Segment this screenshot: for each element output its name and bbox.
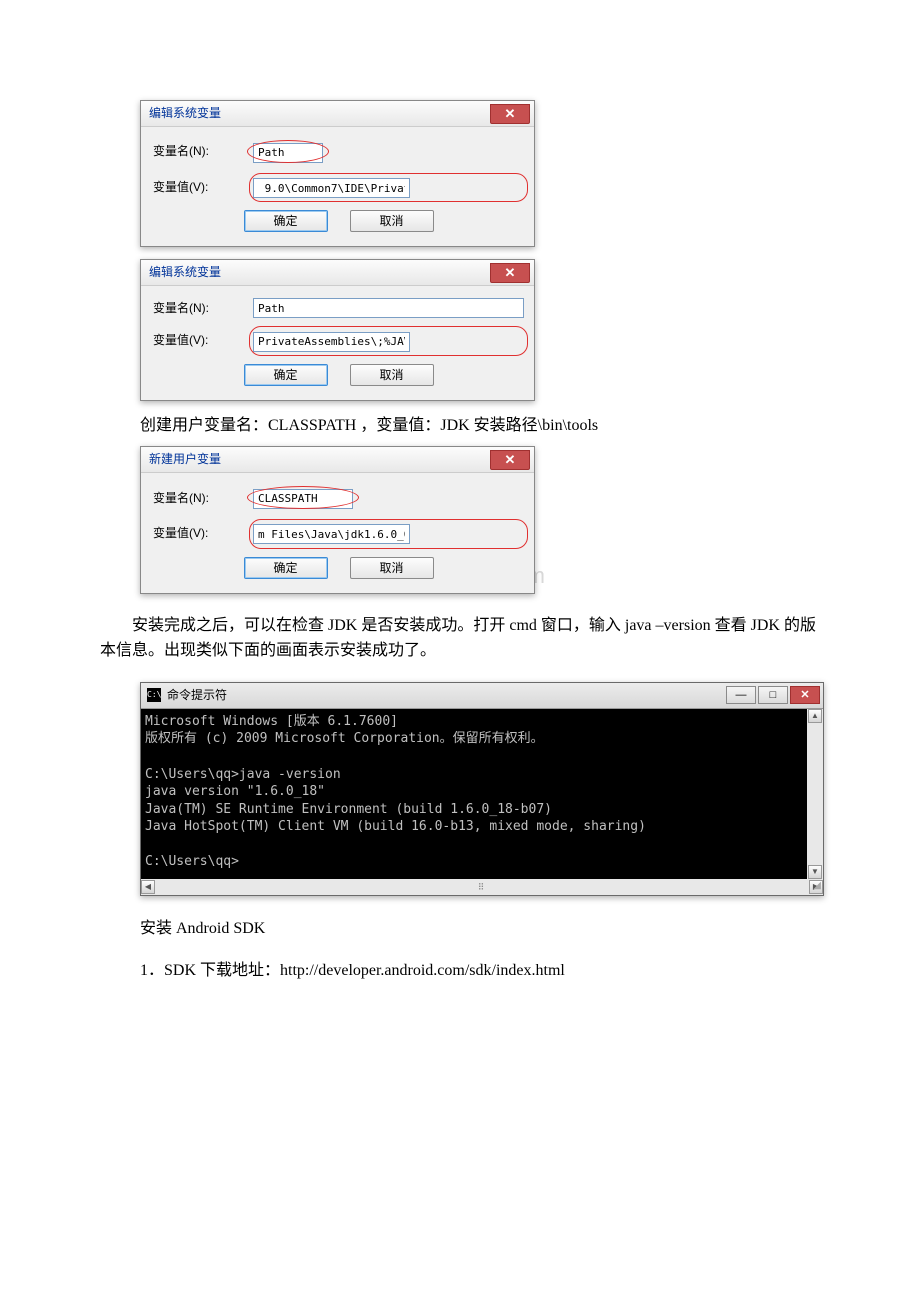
titlebar[interactable]: 编辑系统变量 ✕ <box>141 260 534 286</box>
vertical-scrollbar[interactable]: ▲ ▼ <box>807 709 823 879</box>
cmd-output: Microsoft Windows [版本 6.1.7600] 版权所有 (c)… <box>141 709 823 879</box>
var-value-input[interactable] <box>253 178 410 198</box>
close-icon[interactable]: ✕ <box>490 263 530 283</box>
paragraph-classpath: 创建用户变量名：CLASSPATH ，变量值：JDK 安装路径\bin\tool… <box>140 413 820 439</box>
var-name-input[interactable] <box>253 143 323 163</box>
cancel-button[interactable]: 取消 <box>350 210 434 232</box>
cmd-title: 命令提示符 <box>167 686 227 705</box>
var-name-label: 变量名(N): <box>153 142 253 161</box>
edit-sysvar-dialog-2: 编辑系统变量 ✕ 变量名(N): 变量值(V): 确定 取消 <box>140 259 535 401</box>
resize-grip-icon[interactable]: ◢ <box>813 878 821 894</box>
dialog-title: 新建用户变量 <box>149 450 221 469</box>
var-value-label: 变量值(V): <box>153 524 253 543</box>
var-name-input[interactable] <box>253 489 353 509</box>
cancel-button[interactable]: 取消 <box>350 557 434 579</box>
section-heading: 安装 Android SDK <box>140 916 820 942</box>
horizontal-scrollbar[interactable]: ◀ ⠿ ▶ <box>141 879 823 895</box>
scroll-left-icon[interactable]: ◀ <box>141 880 155 894</box>
paragraph-sdk-url: 1．SDK 下载地址：http://developer.android.com/… <box>140 958 820 984</box>
dialog-title: 编辑系统变量 <box>149 263 221 282</box>
minimize-icon[interactable]: — <box>726 686 756 704</box>
close-icon[interactable]: ✕ <box>490 104 530 124</box>
close-icon[interactable]: ✕ <box>790 686 820 704</box>
maximize-icon[interactable]: □ <box>758 686 788 704</box>
titlebar[interactable]: 新建用户变量 ✕ <box>141 447 534 473</box>
scroll-up-icon[interactable]: ▲ <box>808 709 822 723</box>
var-value-label: 变量值(V): <box>153 178 253 197</box>
cmd-window: C:\ 命令提示符 — □ ✕ Microsoft Windows [版本 6.… <box>140 682 824 896</box>
paragraph-check-jdk: 安装完成之后，可以在检查 JDK 是否安装成功。打开 cmd 窗口，输入 jav… <box>100 613 820 664</box>
var-name-label: 变量名(N): <box>153 489 253 508</box>
new-uservar-dialog: 新建用户变量 ✕ 变量名(N): 变量值(V): 确定 取消 <box>140 446 535 593</box>
edit-sysvar-dialog-1: 编辑系统变量 ✕ 变量名(N): 变量值(V): 确定 取消 <box>140 100 535 247</box>
scroll-down-icon[interactable]: ▼ <box>808 865 822 879</box>
dialog-title: 编辑系统变量 <box>149 104 221 123</box>
var-value-label: 变量值(V): <box>153 331 253 350</box>
var-name-input[interactable] <box>253 298 524 318</box>
ok-button[interactable]: 确定 <box>244 210 328 232</box>
var-value-input[interactable] <box>253 332 410 352</box>
cancel-button[interactable]: 取消 <box>350 364 434 386</box>
scroll-thumb[interactable]: ⠿ <box>478 880 487 894</box>
titlebar[interactable]: 编辑系统变量 ✕ <box>141 101 534 127</box>
var-value-input[interactable] <box>253 524 410 544</box>
var-name-label: 变量名(N): <box>153 299 253 318</box>
close-icon[interactable]: ✕ <box>490 450 530 470</box>
ok-button[interactable]: 确定 <box>244 364 328 386</box>
cmd-icon: C:\ <box>147 688 161 702</box>
ok-button[interactable]: 确定 <box>244 557 328 579</box>
cmd-titlebar[interactable]: C:\ 命令提示符 — □ ✕ <box>141 683 823 709</box>
